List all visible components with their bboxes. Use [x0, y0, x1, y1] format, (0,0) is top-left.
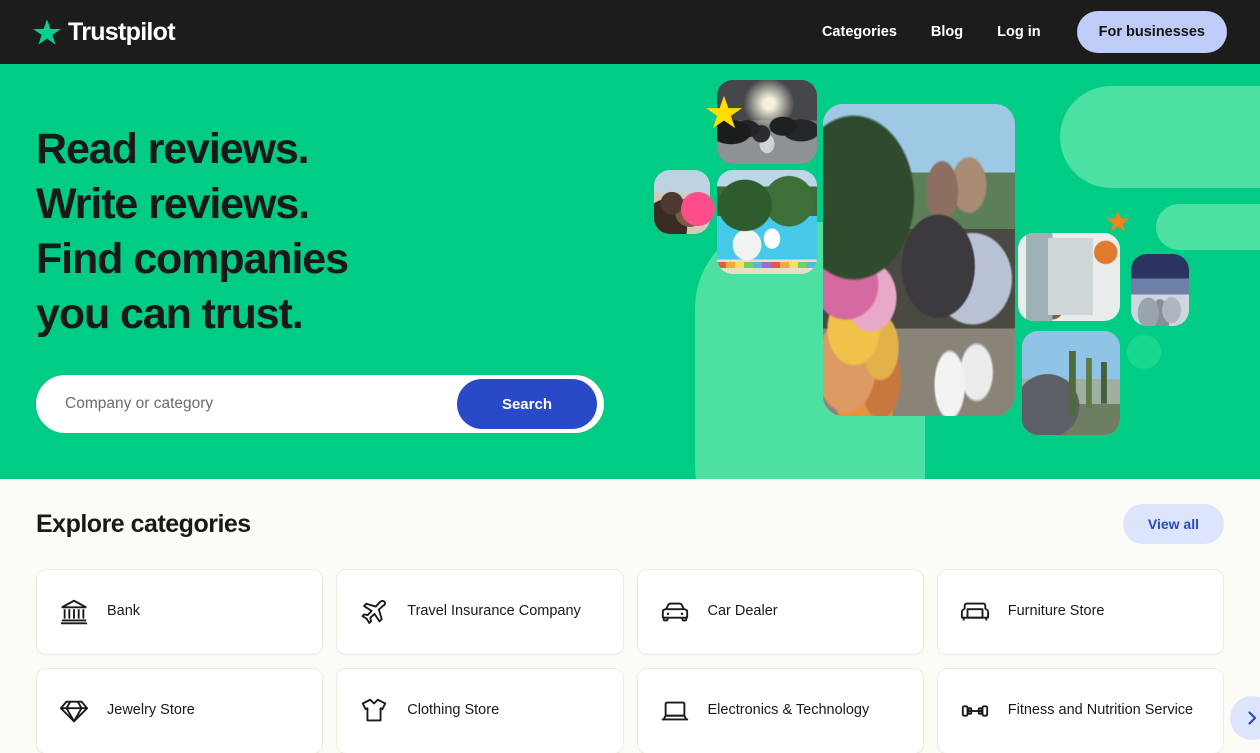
search-button[interactable]: Search	[456, 379, 597, 430]
category-label: Bank	[107, 603, 141, 620]
brand-name: Trustpilot	[68, 17, 176, 46]
carousel-next-button[interactable]	[1230, 696, 1260, 740]
page-title: Explore categories	[36, 509, 251, 538]
headline-line-1: Read reviews.	[36, 125, 310, 173]
explore-categories-section: Explore categories View all Bank Travel …	[0, 479, 1260, 753]
category-card-electronics-technology[interactable]: Electronics & Technology	[636, 668, 924, 753]
dumbbell-icon	[961, 705, 988, 717]
nav-blog[interactable]: Blog	[931, 24, 963, 40]
category-card-furniture-store[interactable]: Furniture Store	[936, 569, 1224, 655]
chevron-right-icon	[1248, 711, 1257, 725]
search-input[interactable]	[39, 395, 457, 414]
bank-icon	[60, 599, 88, 625]
headline-line-4: you can trust.	[36, 290, 304, 339]
headline-line-3: Find companies	[36, 235, 349, 284]
category-card-fitness-nutrition[interactable]: Fitness and Nutrition Service	[936, 668, 1224, 753]
categories-grid: Bank Travel Insurance Company Car Dealer…	[36, 569, 1224, 753]
category-label: Furniture Store	[1007, 603, 1105, 620]
trustpilot-logo[interactable]: Trustpilot	[33, 17, 176, 46]
category-card-bank[interactable]: Bank	[36, 569, 324, 655]
armchair-icon	[960, 602, 989, 621]
category-card-car-dealer[interactable]: Car Dealer	[636, 569, 924, 655]
category-card-jewelry-store[interactable]: Jewelry Store	[36, 668, 324, 753]
laptop-icon	[661, 701, 688, 721]
hero-section: Read reviews. Write reviews. Find compan…	[0, 64, 1260, 479]
category-label: Fitness and Nutrition Service	[1007, 702, 1194, 719]
category-label: Travel Insurance Company	[407, 603, 581, 620]
site-header: Trustpilot Categories Blog Log in For bu…	[0, 0, 1260, 64]
category-label: Electronics & Technology	[707, 702, 870, 719]
category-label: Jewelry Store	[107, 702, 195, 719]
categories-header: Explore categories View all	[36, 479, 1224, 569]
hero-search-bar: Search	[36, 375, 604, 434]
airplane-icon	[361, 599, 387, 624]
diamond-icon	[59, 700, 89, 723]
hero-headline: Read reviews. Write reviews. Find compan…	[36, 122, 596, 342]
tshirt-icon	[362, 698, 387, 722]
nav-login[interactable]: Log in	[997, 24, 1041, 40]
category-label: Car Dealer	[707, 603, 778, 620]
main-navigation: Categories Blog Log in For businesses	[822, 11, 1227, 53]
category-card-clothing-store[interactable]: Clothing Store	[336, 668, 624, 753]
for-businesses-button[interactable]: For businesses	[1076, 11, 1227, 53]
headline-line-2: Write reviews.	[36, 180, 310, 229]
star-icon	[33, 19, 61, 45]
view-all-button[interactable]: View all	[1122, 504, 1224, 544]
category-card-travel-insurance[interactable]: Travel Insurance Company	[336, 569, 624, 655]
nav-categories[interactable]: Categories	[822, 24, 897, 40]
car-icon	[661, 602, 688, 622]
category-label: Clothing Store	[407, 702, 500, 719]
